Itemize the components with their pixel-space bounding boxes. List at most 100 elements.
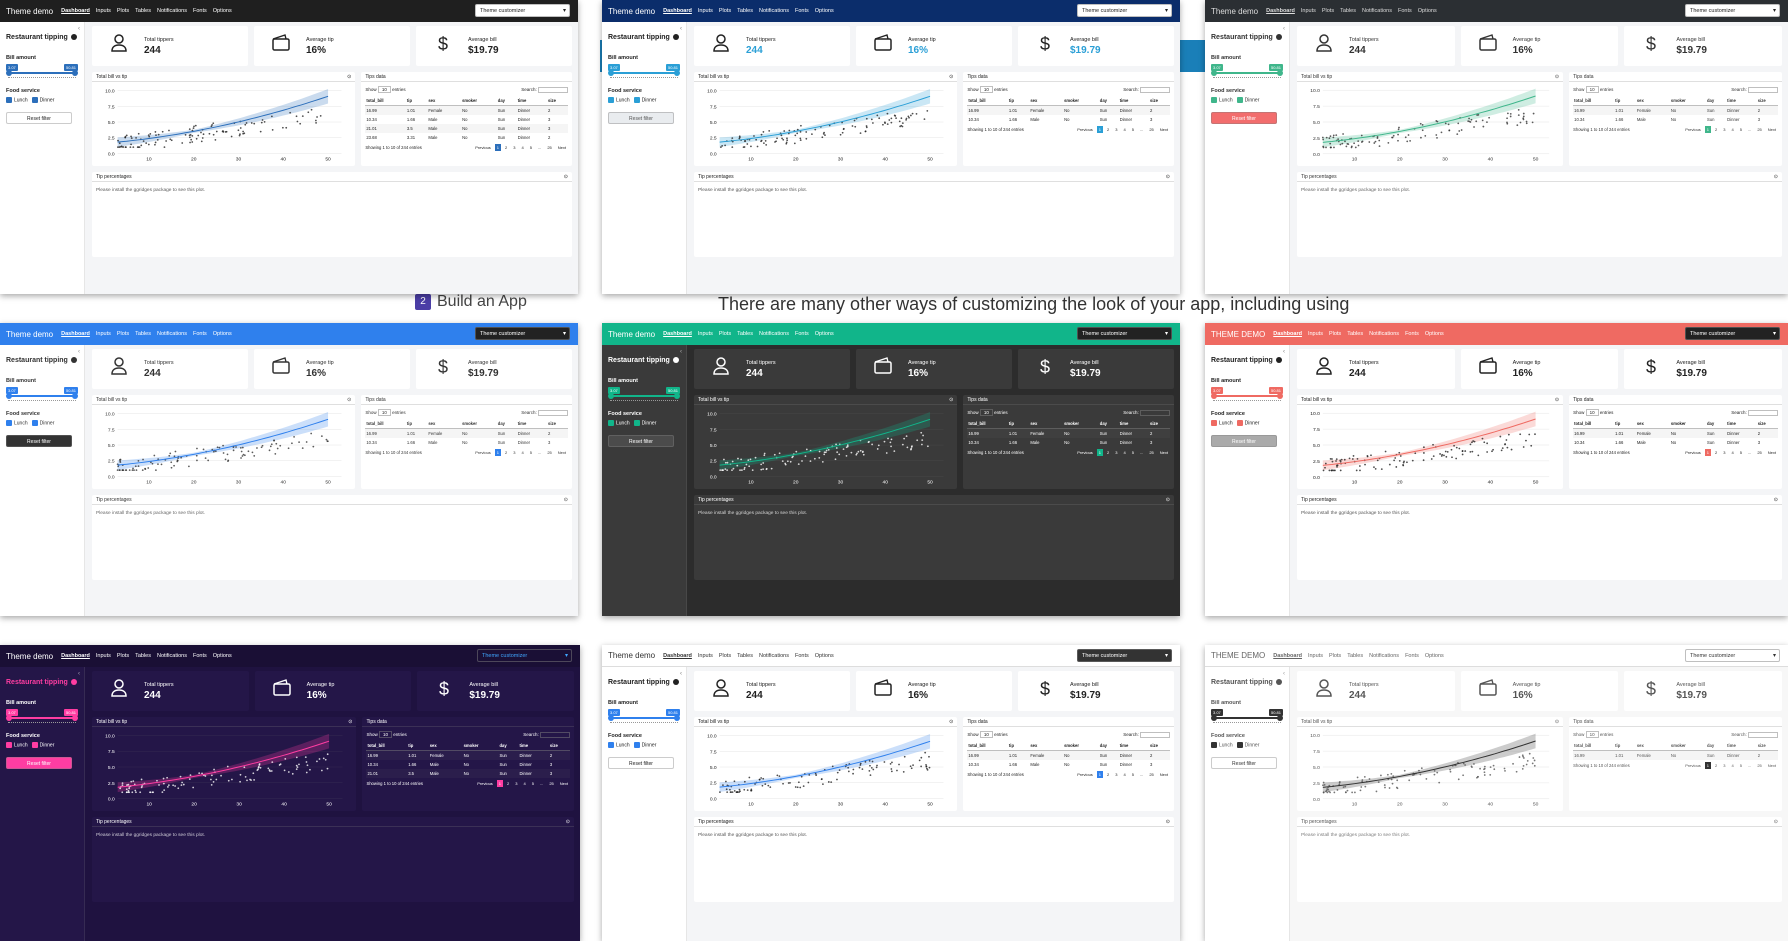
pager-previous[interactable]: Previous — [1683, 449, 1703, 456]
pager-page[interactable]: 5 — [528, 144, 534, 151]
nav-dashboard[interactable]: Dashboard — [61, 8, 90, 14]
column-header[interactable]: time — [1726, 741, 1757, 751]
column-header[interactable]: smoker — [1669, 741, 1706, 751]
search-input[interactable] — [1748, 87, 1778, 93]
column-header[interactable]: time — [1118, 96, 1149, 106]
nav-notifications[interactable]: Notifications — [1362, 8, 1392, 14]
expand-icon[interactable]: ⊙ — [1555, 397, 1559, 403]
pager-page[interactable]: 5 — [1130, 449, 1136, 456]
pager-previous[interactable]: Previous — [1075, 771, 1095, 778]
pager-page[interactable]: 25 — [1755, 126, 1763, 133]
pager-page[interactable]: 2 — [503, 449, 509, 456]
pager-next[interactable]: Next — [1158, 449, 1170, 456]
expand-icon[interactable]: ⊙ — [1555, 74, 1559, 80]
column-header[interactable]: time — [1726, 96, 1757, 106]
pager-page[interactable]: 1 — [496, 780, 504, 787]
table-row[interactable]: 10.34 1.66 Male No Sun Dinner 3 — [967, 760, 1170, 769]
collapse-icon[interactable]: ‹ — [1283, 349, 1285, 355]
pager-page[interactable]: 3 — [1721, 762, 1727, 769]
lunch-checkbox[interactable]: Lunch — [608, 420, 630, 426]
table-row[interactable]: 16.99 1.01 Female No Sun Dinner 2 — [967, 428, 1170, 438]
nav-notifications[interactable]: Notifications — [1369, 653, 1399, 659]
page-length-select[interactable]: 10 — [377, 409, 391, 416]
expand-icon[interactable]: ⊙ — [1166, 497, 1170, 503]
search-input[interactable] — [1748, 410, 1778, 416]
column-header[interactable]: smoker — [461, 96, 497, 106]
pager-page[interactable]: 1 — [1704, 762, 1712, 769]
nav-plots[interactable]: Plots — [117, 8, 129, 14]
bill-amount-slider[interactable]: 3.07 50.81 — [6, 387, 78, 401]
page-length-control[interactable]: Show 10 entries — [1573, 409, 1613, 416]
table-row[interactable]: 23.68 3.31 Male No Sun Dinner 2 — [365, 133, 568, 142]
reset-filter-button[interactable]: Reset filter — [608, 435, 674, 448]
bill-amount-slider[interactable]: 3.07 50.81 — [608, 387, 680, 401]
pager-page[interactable]: 4 — [1730, 449, 1736, 456]
search-input[interactable] — [1140, 732, 1170, 738]
table-row[interactable]: 16.99 1.01 Female No Sun Dinner 2 — [365, 428, 568, 438]
page-length-select[interactable]: 10 — [1585, 409, 1599, 416]
column-header[interactable]: day — [1705, 419, 1727, 429]
info-icon[interactable] — [1275, 34, 1282, 41]
collapse-icon[interactable]: ‹ — [680, 349, 682, 355]
nav-tables[interactable]: Tables — [1347, 653, 1363, 659]
bill-amount-slider[interactable]: 3.07 50.81 — [608, 709, 680, 723]
nav-tables[interactable]: Tables — [1347, 331, 1363, 337]
nav-notifications[interactable]: Notifications — [157, 653, 187, 659]
table-row[interactable]: 10.34 1.66 Male No Sun Dinner 3 — [967, 115, 1170, 124]
nav-inputs[interactable]: Inputs — [698, 8, 713, 14]
pager-page[interactable]: 1 — [494, 449, 502, 456]
lunch-checkbox[interactable]: Lunch — [1211, 97, 1233, 103]
nav-dashboard[interactable]: Dashboard — [1266, 8, 1295, 14]
brand-title[interactable]: Theme demo — [608, 330, 655, 339]
lunch-checkbox[interactable]: Lunch — [6, 742, 28, 748]
pager-page[interactable]: ... — [1746, 126, 1753, 133]
column-header[interactable]: time — [1726, 419, 1757, 429]
pager-page[interactable]: 4 — [1122, 771, 1128, 778]
info-icon[interactable] — [70, 357, 77, 364]
page-length-control[interactable]: Show 10 entries — [1573, 86, 1613, 93]
pager-previous[interactable]: Previous — [1075, 126, 1095, 133]
column-header[interactable]: sex — [1635, 419, 1670, 429]
pager-page[interactable]: 25 — [545, 144, 553, 151]
column-header[interactable]: size — [547, 419, 568, 429]
pager-page[interactable]: 4 — [1730, 762, 1736, 769]
expand-icon[interactable]: ⊙ — [348, 719, 352, 725]
dinner-checkbox[interactable]: Dinner — [633, 420, 656, 426]
info-icon[interactable] — [672, 357, 679, 364]
column-header[interactable]: sex — [428, 741, 463, 751]
nav-tables[interactable]: Tables — [135, 331, 151, 337]
nav-notifications[interactable]: Notifications — [759, 653, 789, 659]
column-header[interactable]: total_bill — [365, 419, 406, 429]
theme-customizer-select[interactable]: Theme customizer — [1077, 327, 1172, 340]
nav-options[interactable]: Options — [1425, 653, 1444, 659]
nav-options[interactable]: Options — [815, 653, 834, 659]
collapse-icon[interactable]: ‹ — [1283, 671, 1285, 677]
pager-page[interactable]: 3 — [1113, 771, 1119, 778]
nav-notifications[interactable]: Notifications — [1369, 331, 1399, 337]
column-header[interactable]: day — [1098, 741, 1119, 751]
theme-customizer-select[interactable]: Theme customizer — [1077, 4, 1172, 17]
nav-options[interactable]: Options — [213, 331, 232, 337]
info-icon[interactable] — [1275, 679, 1282, 686]
search-input[interactable] — [538, 87, 568, 93]
column-header[interactable]: size — [1756, 741, 1778, 751]
nav-dashboard[interactable]: Dashboard — [61, 653, 90, 659]
column-header[interactable]: smoker — [1063, 419, 1099, 429]
pager-page[interactable]: 4 — [520, 449, 526, 456]
pager-page[interactable]: 5 — [530, 780, 536, 787]
theme-customizer-select[interactable]: Theme customizer — [1685, 327, 1780, 340]
lunch-checkbox[interactable]: Lunch — [608, 97, 630, 103]
nav-options[interactable]: Options — [1425, 331, 1444, 337]
pager-page[interactable]: 3 — [1113, 126, 1119, 133]
column-header[interactable]: size — [1149, 96, 1170, 106]
pager-next[interactable]: Next — [1766, 449, 1778, 456]
table-row[interactable]: 16.99 1.01 Female No Sun Dinner 2 — [967, 750, 1170, 760]
column-header[interactable]: sex — [427, 419, 462, 429]
expand-icon[interactable]: ⊙ — [1774, 497, 1778, 503]
nav-fonts[interactable]: Fonts — [795, 653, 809, 659]
nav-dashboard[interactable]: Dashboard — [663, 331, 692, 337]
expand-icon[interactable]: ⊙ — [347, 74, 351, 80]
nav-plots[interactable]: Plots — [1329, 331, 1341, 337]
page-length-select[interactable]: 10 — [979, 409, 993, 416]
pager-page[interactable]: ... — [1746, 762, 1753, 769]
